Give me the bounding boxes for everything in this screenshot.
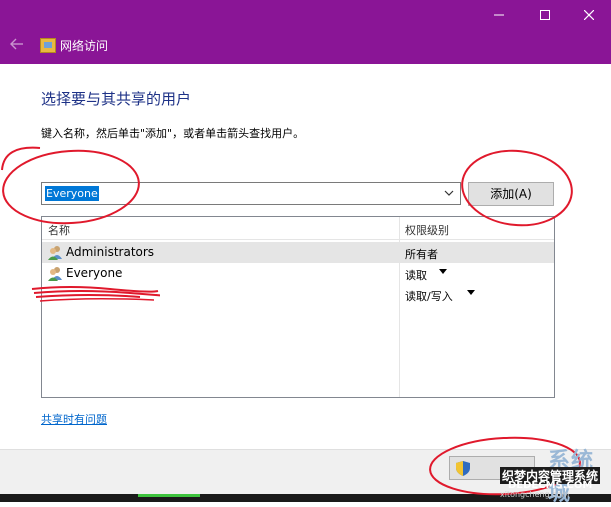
user-group-icon (48, 246, 62, 260)
row-permission-dropdown[interactable]: 读取 (405, 267, 427, 283)
uac-shield-icon (456, 461, 470, 476)
title-bar: 网络访问 (0, 0, 611, 64)
back-arrow-icon (10, 38, 23, 50)
user-name-input-value[interactable]: Everyone (45, 186, 99, 201)
minimize-icon (493, 14, 504, 16)
taskbar-indicator (138, 494, 200, 497)
dropdown-arrow-icon[interactable] (439, 269, 447, 274)
instruction-text: 键入名称，然后单击"添加"，或者单击箭头查找用户。 (41, 127, 305, 140)
user-name-combobox[interactable]: Everyone (41, 182, 461, 205)
list-row-everyone[interactable]: Everyone 读取 (42, 263, 554, 284)
row-permission-dropdown[interactable]: 读取/写入 (405, 288, 453, 304)
sharing-problems-link[interactable]: 共享时有问题 (41, 411, 107, 427)
chevron-down-icon[interactable] (444, 188, 454, 198)
row-user-name: Everyone (66, 266, 123, 280)
window-title: 网络访问 (60, 39, 109, 53)
network-access-icon (40, 38, 56, 53)
close-icon (583, 10, 594, 20)
row-user-name: Administrators (66, 245, 155, 259)
list-row-administrators[interactable]: Administrators 所有者 (42, 242, 554, 263)
watermark-url: xitongcheng.com (500, 490, 570, 499)
add-button[interactable]: 添加(A) (468, 182, 554, 206)
back-button[interactable] (10, 37, 24, 53)
page-heading: 选择要与其共享的用户 (41, 90, 192, 108)
user-permission-list[interactable]: 名称 权限级别 Administrators 所有者 Everyone 读取 读… (41, 216, 555, 398)
user-group-icon (48, 267, 62, 281)
row-permission-level: 所有者 (405, 248, 438, 261)
maximize-icon (539, 10, 550, 20)
column-header-permission[interactable]: 权限级别 (405, 222, 449, 238)
close-button[interactable] (566, 0, 611, 30)
column-header-name[interactable]: 名称 (48, 222, 70, 238)
maximize-button[interactable] (522, 0, 567, 30)
dropdown-arrow-icon[interactable] (467, 290, 475, 295)
redaction-scribble (31, 286, 160, 302)
minimize-button[interactable] (476, 0, 521, 30)
list-header: 名称 权限级别 (42, 217, 554, 240)
